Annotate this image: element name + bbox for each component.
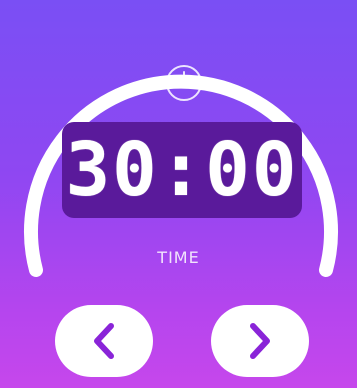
chevron-left-icon (94, 323, 114, 359)
next-button[interactable] (211, 305, 309, 377)
chevron-right-icon (250, 323, 270, 359)
timer-display: 30:00 (62, 122, 302, 218)
clock-icon (163, 62, 205, 104)
previous-button[interactable] (55, 305, 153, 377)
timer-value: 30:00 (65, 127, 299, 213)
timer-label: TIME (157, 248, 200, 267)
